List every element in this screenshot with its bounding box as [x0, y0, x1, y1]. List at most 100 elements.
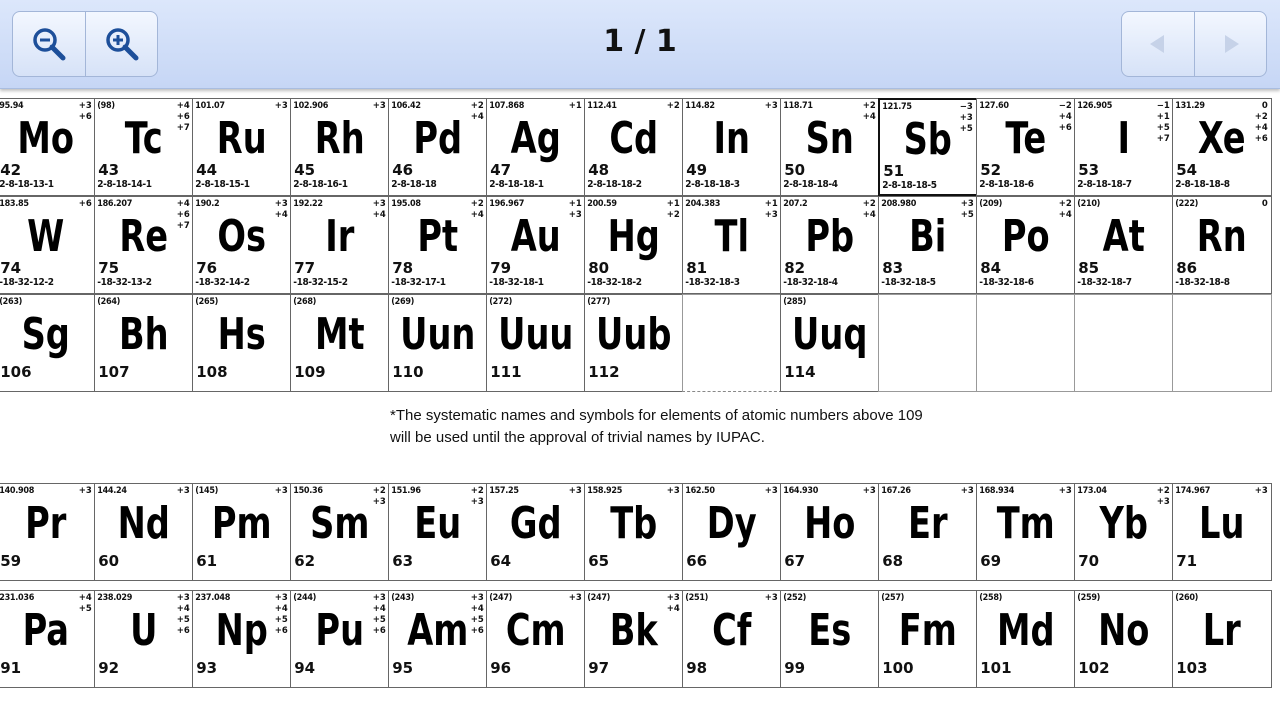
atomic-mass: 107.868 [489, 101, 525, 112]
element-cell-in: 114.82 +3 In 49 2-8-18-18-3 [682, 98, 782, 197]
element-cell-pt: 195.08 +2 +4 Pt 78 -18-32-17-1 [388, 196, 488, 295]
next-page-button[interactable] [1194, 12, 1266, 76]
atomic-mass: (269) [391, 297, 415, 308]
atomic-number: 50 [784, 161, 806, 180]
atomic-number: 81 [686, 259, 708, 278]
atomic-mass: 174.967 [1175, 486, 1211, 497]
atomic-mass: 112.41 [587, 101, 617, 112]
element-cell-empty [1074, 294, 1174, 393]
element-symbol: Sm [310, 498, 370, 550]
element-symbol: Pr [25, 498, 67, 550]
element-symbol: Es [808, 605, 852, 657]
element-symbol: Uuu [498, 309, 574, 361]
document-page[interactable]: 95.94 +3 +6 Mo 42 2-8-18-13-1 (98) +4 +6 +7 Tc 4… [0, 89, 1280, 720]
element-symbol: Hg [607, 211, 661, 263]
element-cell-ir: 192.22 +3 +4 Ir 77 -18-32-15-2 [290, 196, 390, 295]
period-7-row: (263) Sg 106 (264) Bh 107 (265) Hs 108 (268) Mt 109… [0, 294, 1272, 393]
element-symbol: Gd [510, 498, 562, 550]
triangle-left-icon [1150, 35, 1164, 53]
element-cell-cd: 112.41 +2 Cd 48 2-8-18-18-2 [584, 98, 684, 197]
atomic-number: 97 [588, 659, 610, 678]
element-cell-ho: 164.930 +3 Ho 67 [780, 483, 880, 582]
atomic-number: 46 [392, 161, 414, 180]
element-symbol: Tm [996, 498, 1056, 550]
element-symbol: U [130, 605, 158, 657]
atomic-number: 69 [980, 552, 1002, 571]
element-cell-re: 186.207 +4 +6 +7 Re 75 -18-32-13-2 [94, 196, 194, 295]
element-cell-sb: 121.75 −3 +3 +5 Sb 51 2-8-18-18-5 [878, 98, 978, 197]
element-cell-eu: 151.96 +2 +3 Eu 63 [388, 483, 488, 582]
element-symbol: Pt [417, 211, 459, 263]
atomic-mass: 126.905 [1077, 101, 1113, 112]
atomic-mass: 164.930 [783, 486, 819, 497]
element-symbol: Ir [325, 211, 355, 263]
element-symbol: Bi [909, 211, 947, 263]
element-cell-hg: 200.59 +1 +2 Hg 80 -18-32-18-2 [584, 196, 684, 295]
electron-configuration: 2-8-18-18 [391, 179, 437, 191]
atomic-number: 93 [196, 659, 218, 678]
element-symbol: Uun [400, 309, 476, 361]
atomic-number: 60 [98, 552, 120, 571]
atomic-number: 45 [294, 161, 316, 180]
element-symbol: Re [119, 211, 169, 263]
element-symbol: Md [997, 605, 1055, 657]
atomic-number: 96 [490, 659, 512, 678]
atomic-mass: 183.85 [0, 199, 29, 210]
element-symbol: Ru [217, 113, 267, 165]
element-symbol: Cm [506, 605, 566, 657]
element-symbol: Xe [1198, 113, 1246, 165]
atomic-number: 109 [294, 363, 326, 382]
atomic-mass: 231.036 [0, 593, 35, 604]
electron-configuration: 2-8-18-18-1 [489, 179, 544, 191]
oxidation-states: +3 [1254, 486, 1268, 497]
atomic-mass: (252) [783, 593, 807, 604]
atomic-mass: 186.207 [97, 199, 133, 210]
element-symbol: Pm [212, 498, 272, 550]
element-cell-pd: 106.42 +2 +4 Pd 46 2-8-18-18 [388, 98, 488, 197]
electron-configuration: 2-8-18-13-1 [0, 179, 54, 191]
element-symbol: Lr [1202, 605, 1242, 657]
electron-configuration: -18-32-18-4 [783, 277, 838, 289]
element-cell-dy: 162.50 +3 Dy 66 [682, 483, 782, 582]
previous-page-button[interactable] [1122, 12, 1194, 76]
element-symbol: Hs [217, 309, 267, 361]
atomic-number: 85 [1078, 259, 1100, 278]
atomic-mass: 140.908 [0, 486, 35, 497]
element-cell-po: (209) +2 +4 Po 84 -18-32-18-6 [976, 196, 1076, 295]
atomic-number: 71 [1176, 552, 1198, 571]
element-cell-empty [1172, 294, 1272, 393]
element-cell-tl: 204.383 +1 +3 Tl 81 -18-32-18-3 [682, 196, 782, 295]
element-cell-hs: (265) Hs 108 [192, 294, 292, 393]
element-symbol: I [1117, 113, 1131, 165]
atomic-number: 86 [1176, 259, 1198, 278]
page-nav-group [1121, 11, 1267, 77]
atomic-mass: 101.07 [195, 101, 225, 112]
element-symbol: Tb [610, 498, 658, 550]
atomic-number: 92 [98, 659, 120, 678]
element-cell-pb: 207.2 +2 +4 Pb 82 -18-32-18-4 [780, 196, 880, 295]
footnote-line-2: will be used until the approval of trivi… [390, 429, 765, 446]
atomic-number: 94 [294, 659, 316, 678]
element-cell-xe: 131.29 0 +2 +4 +6 Xe 54 2-8-18-18-8 [1172, 98, 1272, 197]
element-cell-sm: 150.36 +2 +3 Sm 62 [290, 483, 390, 582]
atomic-mass: (263) [0, 297, 23, 308]
atomic-mass: 200.59 [587, 199, 617, 210]
element-cell-uub: (277) Uub 112 [584, 294, 684, 393]
element-symbol: Pd [413, 113, 463, 165]
atomic-mass: 168.934 [979, 486, 1015, 497]
atomic-mass: 102.906 [293, 101, 329, 112]
element-symbol: Rh [315, 113, 365, 165]
element-cell-i: 126.905 −1 +1 +5 +7 I 53 2-8-18-18-7 [1074, 98, 1174, 197]
atomic-number: 84 [980, 259, 1002, 278]
element-cell-uun: (269) Uun 110 [388, 294, 488, 393]
element-symbol: Dy [707, 498, 757, 550]
atomic-mass: (264) [97, 297, 121, 308]
atomic-mass: (285) [783, 297, 807, 308]
atomic-mass: (247) [489, 593, 513, 604]
element-symbol: Am [407, 605, 469, 657]
electron-configuration: -18-32-18-1 [489, 277, 544, 289]
atomic-mass: 144.24 [97, 486, 127, 497]
oxidation-states: +3 [176, 486, 190, 497]
atomic-number: 108 [196, 363, 228, 382]
atomic-mass: (209) [979, 199, 1003, 210]
